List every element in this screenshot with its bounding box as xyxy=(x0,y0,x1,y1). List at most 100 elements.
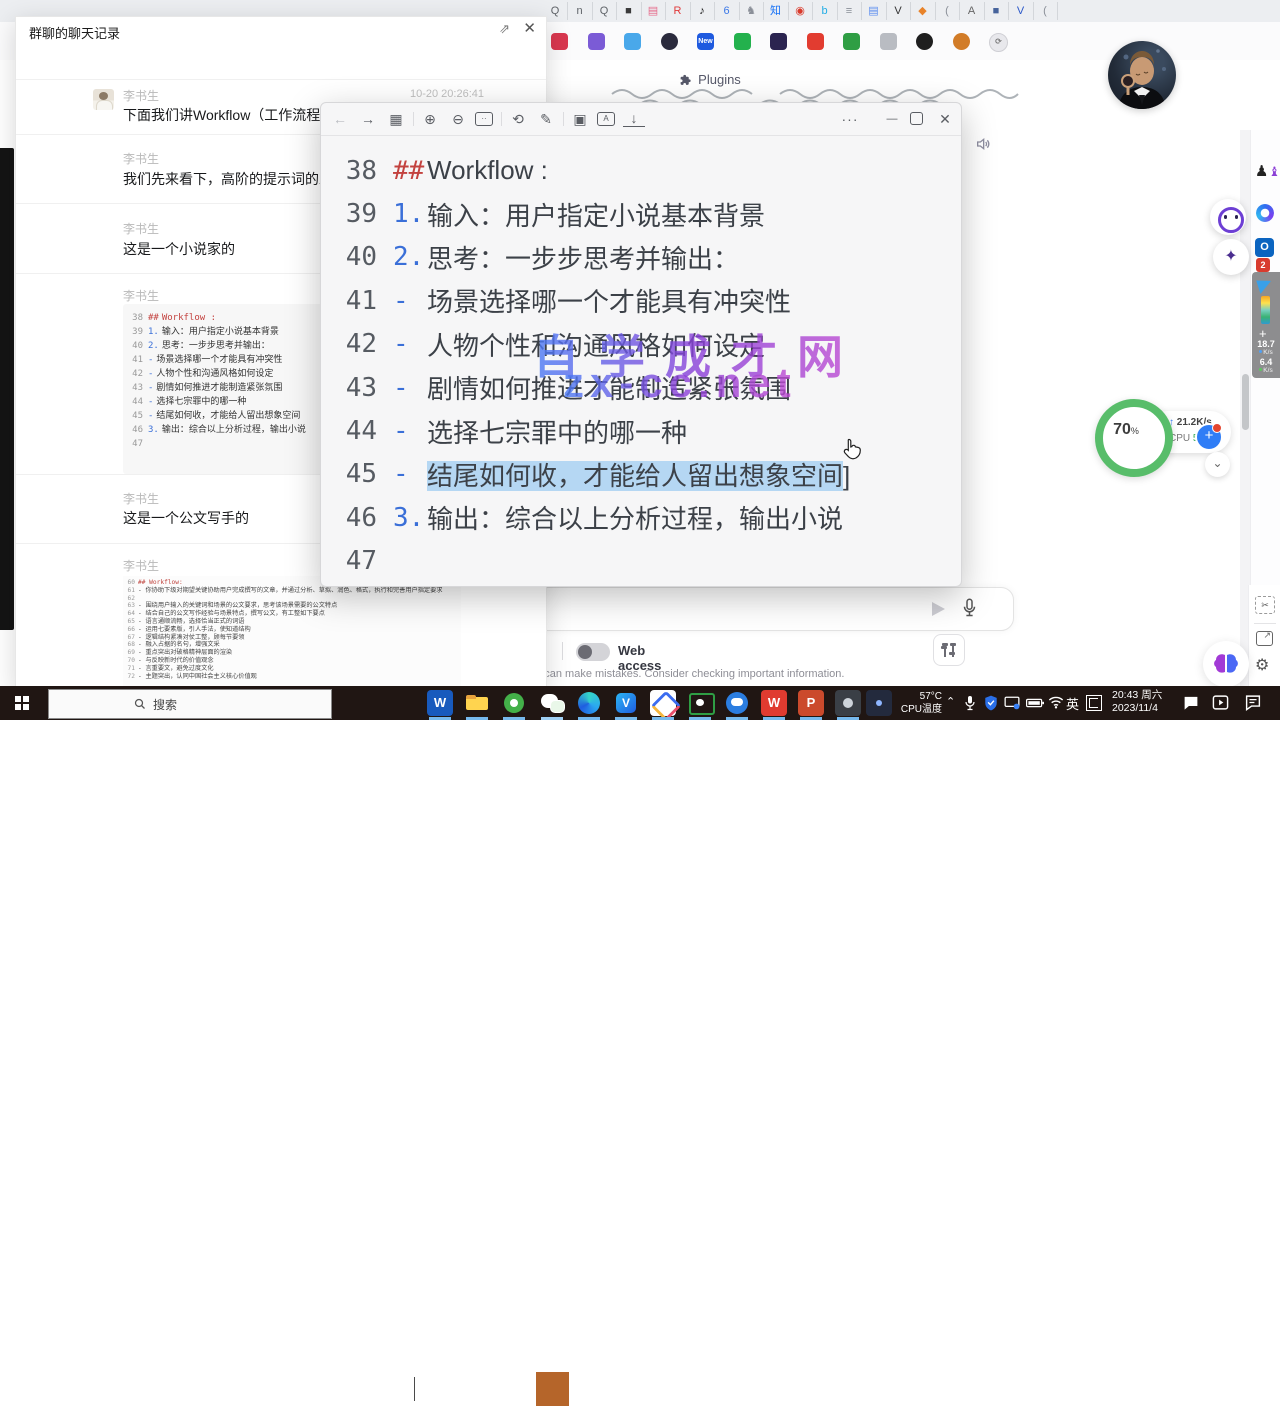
chess-extension-icon[interactable]: ♟♝ xyxy=(1255,162,1280,181)
plugins-header[interactable]: Plugins xyxy=(560,72,860,87)
chat-input[interactable] xyxy=(500,587,1014,631)
screencast-tray-icon[interactable] xyxy=(1004,696,1020,710)
speaker-icon[interactable] xyxy=(975,136,991,152)
microphone-icon[interactable] xyxy=(962,598,977,618)
ime-language-indicator[interactable]: 英 xyxy=(1066,694,1079,713)
extract-icon[interactable]: ▣ xyxy=(569,108,591,130)
zoom-in-icon[interactable]: ⊕ xyxy=(419,108,441,130)
fit-ratio-icon[interactable]: ·· xyxy=(475,112,493,126)
clock-app-icon[interactable] xyxy=(380,1379,399,1398)
browser-tab[interactable]: ▤ xyxy=(862,2,887,20)
close-icon[interactable]: ✕ xyxy=(523,19,536,37)
meeting-app-icon[interactable] xyxy=(650,690,676,716)
gear-icon[interactable]: ⚙ xyxy=(1255,655,1269,675)
file-explorer-icon[interactable] xyxy=(464,690,490,716)
back-icon[interactable]: ← xyxy=(329,108,351,130)
browser-tab[interactable]: ◆ xyxy=(911,2,936,20)
browser-tab[interactable]: ■ xyxy=(617,2,642,20)
cpu-temp-tray[interactable]: 57°CCPU温度 xyxy=(896,690,942,716)
code-snippet-block-small[interactable]: 60## Workflow: 61- 你协助下级对期望关键协助用户完成撰写的文章… xyxy=(123,576,461,686)
start-button[interactable] xyxy=(15,696,29,710)
powerpoint-icon[interactable]: P xyxy=(798,690,824,716)
browser-tab[interactable]: R xyxy=(666,2,691,20)
send-icon[interactable] xyxy=(932,602,945,616)
edge-icon[interactable] xyxy=(576,690,602,716)
media-play-tray-icon[interactable] xyxy=(1212,694,1229,711)
bookmark-icon[interactable] xyxy=(953,33,970,50)
browser-tab[interactable]: ♞ xyxy=(739,2,764,20)
browser-tab[interactable]: ■ xyxy=(984,2,1009,20)
chat-notes-tray-icon[interactable] xyxy=(1244,694,1262,711)
ai-extension-bubble[interactable] xyxy=(1203,641,1249,687)
ocr-icon[interactable]: A xyxy=(597,112,615,126)
rotate-icon[interactable]: ⟲ xyxy=(507,108,529,130)
web-access-toggle[interactable] xyxy=(576,643,610,661)
settings-sliders-button[interactable] xyxy=(933,634,965,666)
netdisk-icon[interactable] xyxy=(724,690,750,716)
browser-tab[interactable]: V xyxy=(1009,2,1034,20)
bookmark-icon[interactable] xyxy=(770,33,787,50)
mic-tray-icon[interactable] xyxy=(964,695,976,711)
more-icon[interactable]: ··· xyxy=(839,108,861,130)
open-external-icon[interactable]: ↗ xyxy=(1256,631,1273,646)
edit-icon[interactable]: ✎ xyxy=(535,108,557,130)
browser-tab[interactable]: 知 xyxy=(764,2,789,20)
bookmark-icon[interactable]: New xyxy=(697,33,714,50)
browser-tab[interactable]: ( xyxy=(1033,2,1058,20)
bookmark-icon[interactable] xyxy=(624,33,641,50)
browser-tab[interactable]: 6 xyxy=(715,2,740,20)
scrollbar-thumb[interactable] xyxy=(1242,374,1249,430)
browser-tab[interactable]: b xyxy=(813,2,838,20)
sparkle-button[interactable]: ✦ xyxy=(1213,239,1249,275)
taskbar-search[interactable]: 搜索 xyxy=(48,689,332,719)
cpu-usage-gauge[interactable]: 70% xyxy=(1095,399,1173,477)
bookmark-icon[interactable] xyxy=(661,33,678,50)
maximize-icon[interactable] xyxy=(910,112,923,125)
browser-tab[interactable]: ◉ xyxy=(788,2,813,20)
green-app-icon[interactable] xyxy=(501,690,527,716)
wifi-tray-icon[interactable] xyxy=(1048,695,1064,709)
browser-tab[interactable]: ▤ xyxy=(641,2,666,20)
outlook-icon[interactable]: O xyxy=(1255,238,1274,257)
browser-tab[interactable]: A xyxy=(960,2,985,20)
forward-icon[interactable]: ⇗ xyxy=(499,21,510,37)
bookmark-icon[interactable] xyxy=(551,33,568,50)
zoom-out-icon[interactable]: ⊖ xyxy=(447,108,469,130)
bookmark-icon[interactable]: ⟳ xyxy=(989,33,1008,52)
clock-tray[interactable]: 20:43 周六 2023/11/4 xyxy=(1112,689,1162,715)
close-icon[interactable]: ✕ xyxy=(934,108,956,130)
browser-tab[interactable]: n xyxy=(568,2,593,20)
bookmark-icon[interactable] xyxy=(588,33,605,50)
browser-tab[interactable]: Q xyxy=(592,2,617,20)
screen-recorder-icon[interactable] xyxy=(687,690,713,716)
download-icon[interactable]: ↓ xyxy=(623,110,645,127)
browser-tab[interactable]: V xyxy=(886,2,911,20)
projector-app-icon[interactable] xyxy=(835,690,861,716)
blue-v-app-icon[interactable]: V xyxy=(613,690,639,716)
browser-tab[interactable]: ≡ xyxy=(837,2,862,20)
wps-icon[interactable]: W xyxy=(761,690,787,716)
task-view-icon[interactable] xyxy=(294,1380,312,1398)
bookmark-icon[interactable] xyxy=(880,33,897,50)
battery-tray-icon[interactable] xyxy=(1026,698,1044,708)
word-icon[interactable]: W xyxy=(427,690,453,716)
screenshot-ocr-icon[interactable]: ✂ xyxy=(1255,596,1275,614)
add-widget-button[interactable]: + xyxy=(1195,423,1223,451)
avatar[interactable] xyxy=(93,89,114,110)
bookmark-icon[interactable] xyxy=(916,33,933,50)
bookmark-icon[interactable] xyxy=(734,33,751,50)
shield-tray-icon[interactable] xyxy=(984,695,998,711)
browser-tab[interactable]: ♪ xyxy=(690,2,715,20)
action-center-icon[interactable] xyxy=(1182,694,1200,711)
gallery-grid-icon[interactable]: ▦ xyxy=(385,108,407,130)
dark-app-icon[interactable] xyxy=(866,690,892,716)
copilot-icon[interactable] xyxy=(1256,204,1274,222)
forward-icon[interactable]: → xyxy=(357,108,379,130)
ime-mode-icon[interactable] xyxy=(1086,695,1102,711)
telegram-plane-icon[interactable] xyxy=(1256,276,1274,294)
wechat-icon[interactable] xyxy=(539,690,565,716)
monica-assistant-button[interactable] xyxy=(1210,199,1246,235)
collapse-button[interactable]: ⌄ xyxy=(1205,452,1230,477)
bookmark-icon[interactable] xyxy=(807,33,824,50)
tray-expand-icon[interactable]: ⌃ xyxy=(946,695,955,708)
